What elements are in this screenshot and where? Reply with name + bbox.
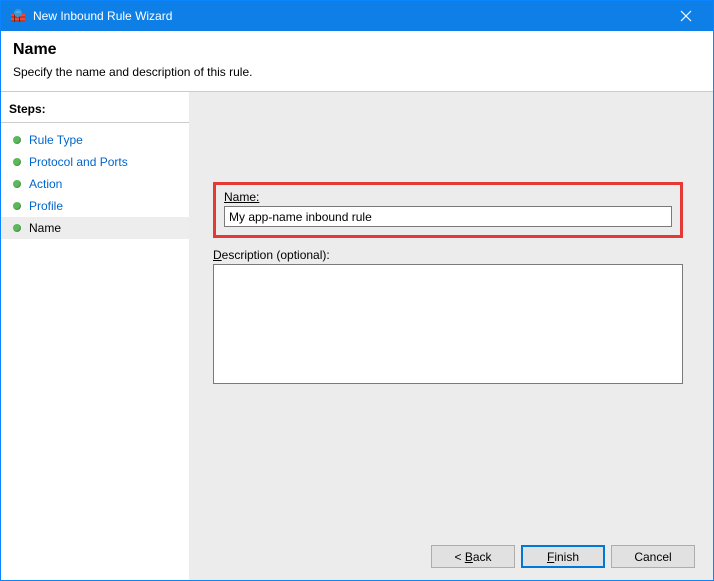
step-bullet-icon [13, 224, 21, 232]
cancel-button[interactable]: Cancel [611, 545, 695, 568]
name-input[interactable] [224, 206, 672, 227]
header: Name Specify the name and description of… [1, 31, 713, 92]
back-button[interactable]: < Back [431, 545, 515, 568]
step-profile[interactable]: Profile [1, 195, 189, 217]
step-rule-type[interactable]: Rule Type [1, 129, 189, 151]
step-bullet-icon [13, 158, 21, 166]
main-panel: Name: Description (optional): < Back Fin… [189, 92, 713, 580]
close-button[interactable] [663, 1, 709, 31]
window-title: New Inbound Rule Wizard [33, 9, 663, 23]
page-title: Name [13, 41, 701, 59]
step-name[interactable]: Name [1, 217, 189, 239]
finish-button[interactable]: Finish [521, 545, 605, 568]
steps-list: Rule Type Protocol and Ports Action Prof… [1, 123, 189, 245]
titlebar: New Inbound Rule Wizard [1, 1, 713, 31]
page-subtitle: Specify the name and description of this… [13, 65, 701, 79]
description-label: Description (optional): [213, 248, 330, 262]
step-bullet-icon [13, 136, 21, 144]
content-area: Steps: Rule Type Protocol and Ports Acti… [1, 92, 713, 580]
name-label: Name: [224, 190, 259, 204]
step-protocol-ports[interactable]: Protocol and Ports [1, 151, 189, 173]
description-textarea[interactable] [213, 264, 683, 384]
wizard-window: New Inbound Rule Wizard Name Specify the… [0, 0, 714, 581]
button-row: < Back Finish Cancel [431, 545, 695, 568]
step-bullet-icon [13, 202, 21, 210]
step-action[interactable]: Action [1, 173, 189, 195]
steps-heading: Steps: [1, 98, 189, 123]
name-field-highlight: Name: [213, 182, 683, 238]
firewall-icon [9, 7, 27, 25]
step-bullet-icon [13, 180, 21, 188]
sidebar: Steps: Rule Type Protocol and Ports Acti… [1, 92, 189, 580]
